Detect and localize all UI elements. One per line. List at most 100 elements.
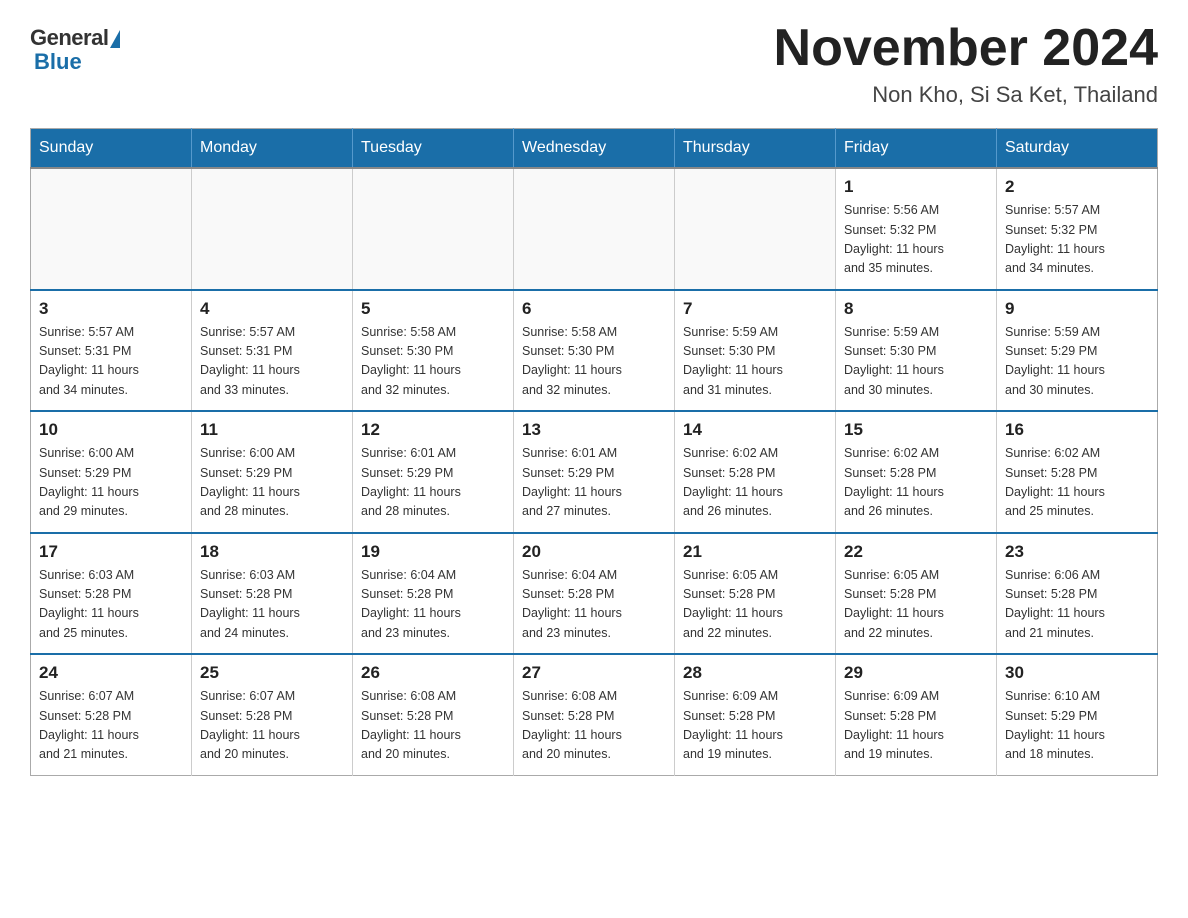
- weekday-header-tuesday: Tuesday: [353, 129, 514, 169]
- calendar-header: SundayMondayTuesdayWednesdayThursdayFrid…: [31, 129, 1158, 169]
- day-info: Sunrise: 5:56 AM Sunset: 5:32 PM Dayligh…: [844, 201, 988, 279]
- calendar-cell: 14Sunrise: 6:02 AM Sunset: 5:28 PM Dayli…: [675, 411, 836, 533]
- weekday-header-wednesday: Wednesday: [514, 129, 675, 169]
- day-number: 26: [361, 663, 505, 683]
- weekday-header-row: SundayMondayTuesdayWednesdayThursdayFrid…: [31, 129, 1158, 169]
- calendar-cell: [675, 168, 836, 290]
- day-info: Sunrise: 5:58 AM Sunset: 5:30 PM Dayligh…: [522, 323, 666, 401]
- calendar-cell: 23 Sunrise: 6:06 AM Sunset: 5:28 PM Dayli…: [997, 533, 1158, 655]
- day-info: Sunrise: 6:06 AM Sunset: 5:28 PM Dayligh…: [1005, 566, 1149, 644]
- calendar-cell: 27 Sunrise: 6:08 AM Sunset: 5:28 PM Dayli…: [514, 654, 675, 775]
- day-number: 29: [844, 663, 988, 683]
- calendar-cell: 20Sunrise: 6:04 AM Sunset: 5:28 PM Dayli…: [514, 533, 675, 655]
- day-info: Sunrise: 6:00 AM Sunset: 5:29 PM Dayligh…: [200, 444, 344, 522]
- day-number: 17: [39, 542, 183, 562]
- day-number: 4: [200, 299, 344, 319]
- calendar-cell: 19Sunrise: 6:04 AM Sunset: 5:28 PM Dayli…: [353, 533, 514, 655]
- day-number: 23: [1005, 542, 1149, 562]
- calendar-cell: 7 Sunrise: 5:59 AM Sunset: 5:30 PM Daylig…: [675, 290, 836, 412]
- day-number: 28: [683, 663, 827, 683]
- day-info: Sunrise: 6:02 AM Sunset: 5:28 PM Dayligh…: [1005, 444, 1149, 522]
- calendar-cell: 9 Sunrise: 5:59 AM Sunset: 5:29 PM Daylig…: [997, 290, 1158, 412]
- calendar-cell: 2 Sunrise: 5:57 AM Sunset: 5:32 PM Daylig…: [997, 168, 1158, 290]
- day-number: 9: [1005, 299, 1149, 319]
- day-number: 6: [522, 299, 666, 319]
- day-number: 18: [200, 542, 344, 562]
- calendar-cell: 15 Sunrise: 6:02 AM Sunset: 5:28 PM Dayli…: [836, 411, 997, 533]
- day-info: Sunrise: 6:08 AM Sunset: 5:28 PM Dayligh…: [522, 687, 666, 765]
- calendar-week-row: 17 Sunrise: 6:03 AM Sunset: 5:28 PM Dayli…: [31, 533, 1158, 655]
- day-number: 10: [39, 420, 183, 440]
- calendar-cell: 1 Sunrise: 5:56 AM Sunset: 5:32 PM Daylig…: [836, 168, 997, 290]
- day-info: Sunrise: 6:07 AM Sunset: 5:28 PM Dayligh…: [39, 687, 183, 765]
- day-info: Sunrise: 5:59 AM Sunset: 5:29 PM Dayligh…: [1005, 323, 1149, 401]
- logo-general-text: General: [30, 25, 108, 51]
- calendar-cell: 22Sunrise: 6:05 AM Sunset: 5:28 PM Dayli…: [836, 533, 997, 655]
- weekday-header-friday: Friday: [836, 129, 997, 169]
- weekday-header-thursday: Thursday: [675, 129, 836, 169]
- logo-blue-text: Blue: [34, 49, 82, 75]
- day-info: Sunrise: 5:57 AM Sunset: 5:31 PM Dayligh…: [200, 323, 344, 401]
- calendar-cell: 6 Sunrise: 5:58 AM Sunset: 5:30 PM Daylig…: [514, 290, 675, 412]
- calendar-body: 1 Sunrise: 5:56 AM Sunset: 5:32 PM Daylig…: [31, 168, 1158, 775]
- calendar-cell: 21 Sunrise: 6:05 AM Sunset: 5:28 PM Dayli…: [675, 533, 836, 655]
- day-number: 21: [683, 542, 827, 562]
- calendar-week-row: 3Sunrise: 5:57 AM Sunset: 5:31 PM Daylig…: [31, 290, 1158, 412]
- day-number: 15: [844, 420, 988, 440]
- calendar-table: SundayMondayTuesdayWednesdayThursdayFrid…: [30, 128, 1158, 776]
- calendar-cell: [514, 168, 675, 290]
- calendar-cell: 29 Sunrise: 6:09 AM Sunset: 5:28 PM Dayli…: [836, 654, 997, 775]
- day-info: Sunrise: 5:59 AM Sunset: 5:30 PM Dayligh…: [683, 323, 827, 401]
- weekday-header-saturday: Saturday: [997, 129, 1158, 169]
- calendar-cell: 18 Sunrise: 6:03 AM Sunset: 5:28 PM Dayli…: [192, 533, 353, 655]
- day-number: 8: [844, 299, 988, 319]
- day-number: 16: [1005, 420, 1149, 440]
- day-number: 13: [522, 420, 666, 440]
- day-info: Sunrise: 6:02 AM Sunset: 5:28 PM Dayligh…: [844, 444, 988, 522]
- calendar-cell: 28Sunrise: 6:09 AM Sunset: 5:28 PM Dayli…: [675, 654, 836, 775]
- day-number: 14: [683, 420, 827, 440]
- calendar-cell: 24 Sunrise: 6:07 AM Sunset: 5:28 PM Dayli…: [31, 654, 192, 775]
- calendar-cell: [353, 168, 514, 290]
- day-info: Sunrise: 6:00 AM Sunset: 5:29 PM Dayligh…: [39, 444, 183, 522]
- day-info: Sunrise: 6:05 AM Sunset: 5:28 PM Dayligh…: [844, 566, 988, 644]
- day-number: 12: [361, 420, 505, 440]
- calendar-cell: 17 Sunrise: 6:03 AM Sunset: 5:28 PM Dayli…: [31, 533, 192, 655]
- day-number: 5: [361, 299, 505, 319]
- day-number: 7: [683, 299, 827, 319]
- calendar-cell: 30Sunrise: 6:10 AM Sunset: 5:29 PM Dayli…: [997, 654, 1158, 775]
- calendar-cell: 8 Sunrise: 5:59 AM Sunset: 5:30 PM Daylig…: [836, 290, 997, 412]
- page-header: General Blue November 2024 Non Kho, Si S…: [30, 20, 1158, 108]
- day-number: 1: [844, 177, 988, 197]
- day-info: Sunrise: 6:07 AM Sunset: 5:28 PM Dayligh…: [200, 687, 344, 765]
- day-info: Sunrise: 6:05 AM Sunset: 5:28 PM Dayligh…: [683, 566, 827, 644]
- calendar-cell: 11 Sunrise: 6:00 AM Sunset: 5:29 PM Dayli…: [192, 411, 353, 533]
- logo: General Blue: [30, 20, 120, 75]
- location-title: Non Kho, Si Sa Ket, Thailand: [774, 82, 1158, 108]
- day-info: Sunrise: 5:58 AM Sunset: 5:30 PM Dayligh…: [361, 323, 505, 401]
- day-info: Sunrise: 5:59 AM Sunset: 5:30 PM Dayligh…: [844, 323, 988, 401]
- calendar-cell: 13 Sunrise: 6:01 AM Sunset: 5:29 PM Dayli…: [514, 411, 675, 533]
- day-info: Sunrise: 6:10 AM Sunset: 5:29 PM Dayligh…: [1005, 687, 1149, 765]
- calendar-week-row: 10 Sunrise: 6:00 AM Sunset: 5:29 PM Dayli…: [31, 411, 1158, 533]
- month-title: November 2024: [774, 20, 1158, 77]
- day-number: 11: [200, 420, 344, 440]
- calendar-cell: 16 Sunrise: 6:02 AM Sunset: 5:28 PM Dayli…: [997, 411, 1158, 533]
- calendar-week-row: 1 Sunrise: 5:56 AM Sunset: 5:32 PM Daylig…: [31, 168, 1158, 290]
- day-info: Sunrise: 6:01 AM Sunset: 5:29 PM Dayligh…: [522, 444, 666, 522]
- title-area: November 2024 Non Kho, Si Sa Ket, Thaila…: [774, 20, 1158, 108]
- calendar-cell: 4 Sunrise: 5:57 AM Sunset: 5:31 PM Daylig…: [192, 290, 353, 412]
- day-number: 27: [522, 663, 666, 683]
- day-number: 24: [39, 663, 183, 683]
- calendar-cell: 12Sunrise: 6:01 AM Sunset: 5:29 PM Dayli…: [353, 411, 514, 533]
- day-number: 25: [200, 663, 344, 683]
- calendar-cell: 3Sunrise: 5:57 AM Sunset: 5:31 PM Daylig…: [31, 290, 192, 412]
- day-number: 2: [1005, 177, 1149, 197]
- day-info: Sunrise: 6:03 AM Sunset: 5:28 PM Dayligh…: [200, 566, 344, 644]
- calendar-cell: 10 Sunrise: 6:00 AM Sunset: 5:29 PM Dayli…: [31, 411, 192, 533]
- logo-triangle-icon: [110, 30, 120, 48]
- day-info: Sunrise: 6:03 AM Sunset: 5:28 PM Dayligh…: [39, 566, 183, 644]
- day-number: 20: [522, 542, 666, 562]
- day-info: Sunrise: 5:57 AM Sunset: 5:32 PM Dayligh…: [1005, 201, 1149, 279]
- day-info: Sunrise: 6:09 AM Sunset: 5:28 PM Dayligh…: [844, 687, 988, 765]
